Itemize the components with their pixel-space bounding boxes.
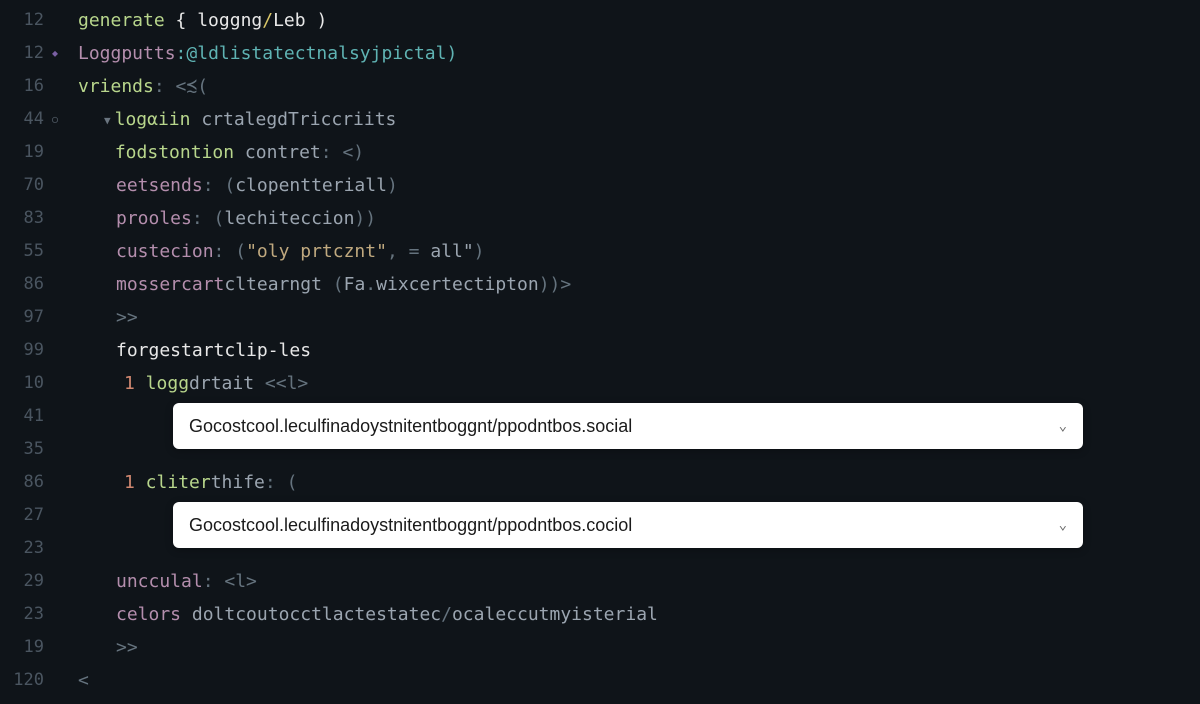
code-line[interactable]: vriends: <≾( — [78, 70, 1200, 103]
code-line[interactable]: uncculal: <l> — [78, 565, 1200, 598]
code-line[interactable]: mossercartcltearngt (Fa.wixcertectipton)… — [78, 268, 1200, 301]
diamond-marker-icon: ◆ — [52, 37, 58, 70]
code-line[interactable]: Gocostcool.leculfinadoystnitentboggnt/pp… — [78, 400, 1200, 466]
line-number: 97 — [0, 301, 56, 334]
line-number: 35 — [0, 433, 56, 466]
code-line[interactable]: celors doltcoutocctlactestatec/ocaleccut… — [78, 598, 1200, 631]
code-editor: 12 12◆ 16 44○ 19 70 83 55 86 97 99 10 41… — [0, 0, 1200, 704]
line-number: 41 — [0, 400, 56, 433]
line-number: 23 — [0, 598, 56, 631]
line-number: 19 — [0, 631, 56, 664]
code-line[interactable]: 1 cliterthife: ( — [78, 466, 1200, 499]
code-line[interactable]: eetsends: (clopentteriall) — [78, 169, 1200, 202]
code-line[interactable]: fodstontion contret: <) — [78, 136, 1200, 169]
line-number: 29 — [0, 565, 56, 598]
code-line[interactable]: generate { loggng/Leb ) — [78, 4, 1200, 37]
code-line[interactable]: prooles: (lechiteccion)) — [78, 202, 1200, 235]
line-number: 16 — [0, 70, 56, 103]
line-number: 19 — [0, 136, 56, 169]
line-number: 55 — [0, 235, 56, 268]
dropdown-option-text: Gocostcool.leculfinadoystnitentboggnt/pp… — [189, 509, 1059, 542]
chevron-down-icon[interactable]: ⌄ — [1059, 509, 1067, 542]
fold-triangle-icon[interactable]: ▼ — [104, 104, 111, 137]
line-number: 120 — [0, 664, 56, 697]
code-line[interactable]: custecion: ("oly prtcznt", = all") — [78, 235, 1200, 268]
line-number: 44○ — [0, 103, 56, 136]
code-line[interactable]: >> — [78, 631, 1200, 664]
autocomplete-dropdown[interactable]: Gocostcool.leculfinadoystnitentboggnt/pp… — [173, 502, 1083, 548]
line-number: 70 — [0, 169, 56, 202]
line-number-gutter: 12 12◆ 16 44○ 19 70 83 55 86 97 99 10 41… — [0, 0, 56, 704]
line-number: 10 — [0, 367, 56, 400]
line-number: 83 — [0, 202, 56, 235]
code-line[interactable]: ▼logαiin crtalegdTriccriits — [78, 103, 1200, 136]
autocomplete-dropdown[interactable]: Gocostcool.leculfinadoystnitentboggnt/pp… — [173, 403, 1083, 449]
line-number: 12 — [0, 4, 56, 37]
code-line[interactable]: < — [78, 664, 1200, 697]
code-line[interactable]: Loggputts:@ldlistatectnalsyjpictal) — [78, 37, 1200, 70]
code-line[interactable]: forgestartclip-les — [78, 334, 1200, 367]
line-number: 86 — [0, 268, 56, 301]
breakpoint-icon[interactable]: ○ — [52, 103, 58, 136]
code-content[interactable]: generate { loggng/Leb ) Loggputts:@ldlis… — [56, 0, 1200, 704]
code-line[interactable]: 1 loggdrtait <<l> — [78, 367, 1200, 400]
dropdown-option-text: Gocostcool.leculfinadoystnitentboggnt/pp… — [189, 410, 1059, 443]
code-line[interactable]: >> — [78, 301, 1200, 334]
line-number: 27 — [0, 499, 56, 532]
line-number: 99 — [0, 334, 56, 367]
line-number: 23 — [0, 532, 56, 565]
line-number: 86 — [0, 466, 56, 499]
code-line[interactable]: Gocostcool.leculfinadoystnitentboggnt/pp… — [78, 499, 1200, 565]
line-number: 12◆ — [0, 37, 56, 70]
chevron-down-icon[interactable]: ⌄ — [1059, 410, 1067, 443]
